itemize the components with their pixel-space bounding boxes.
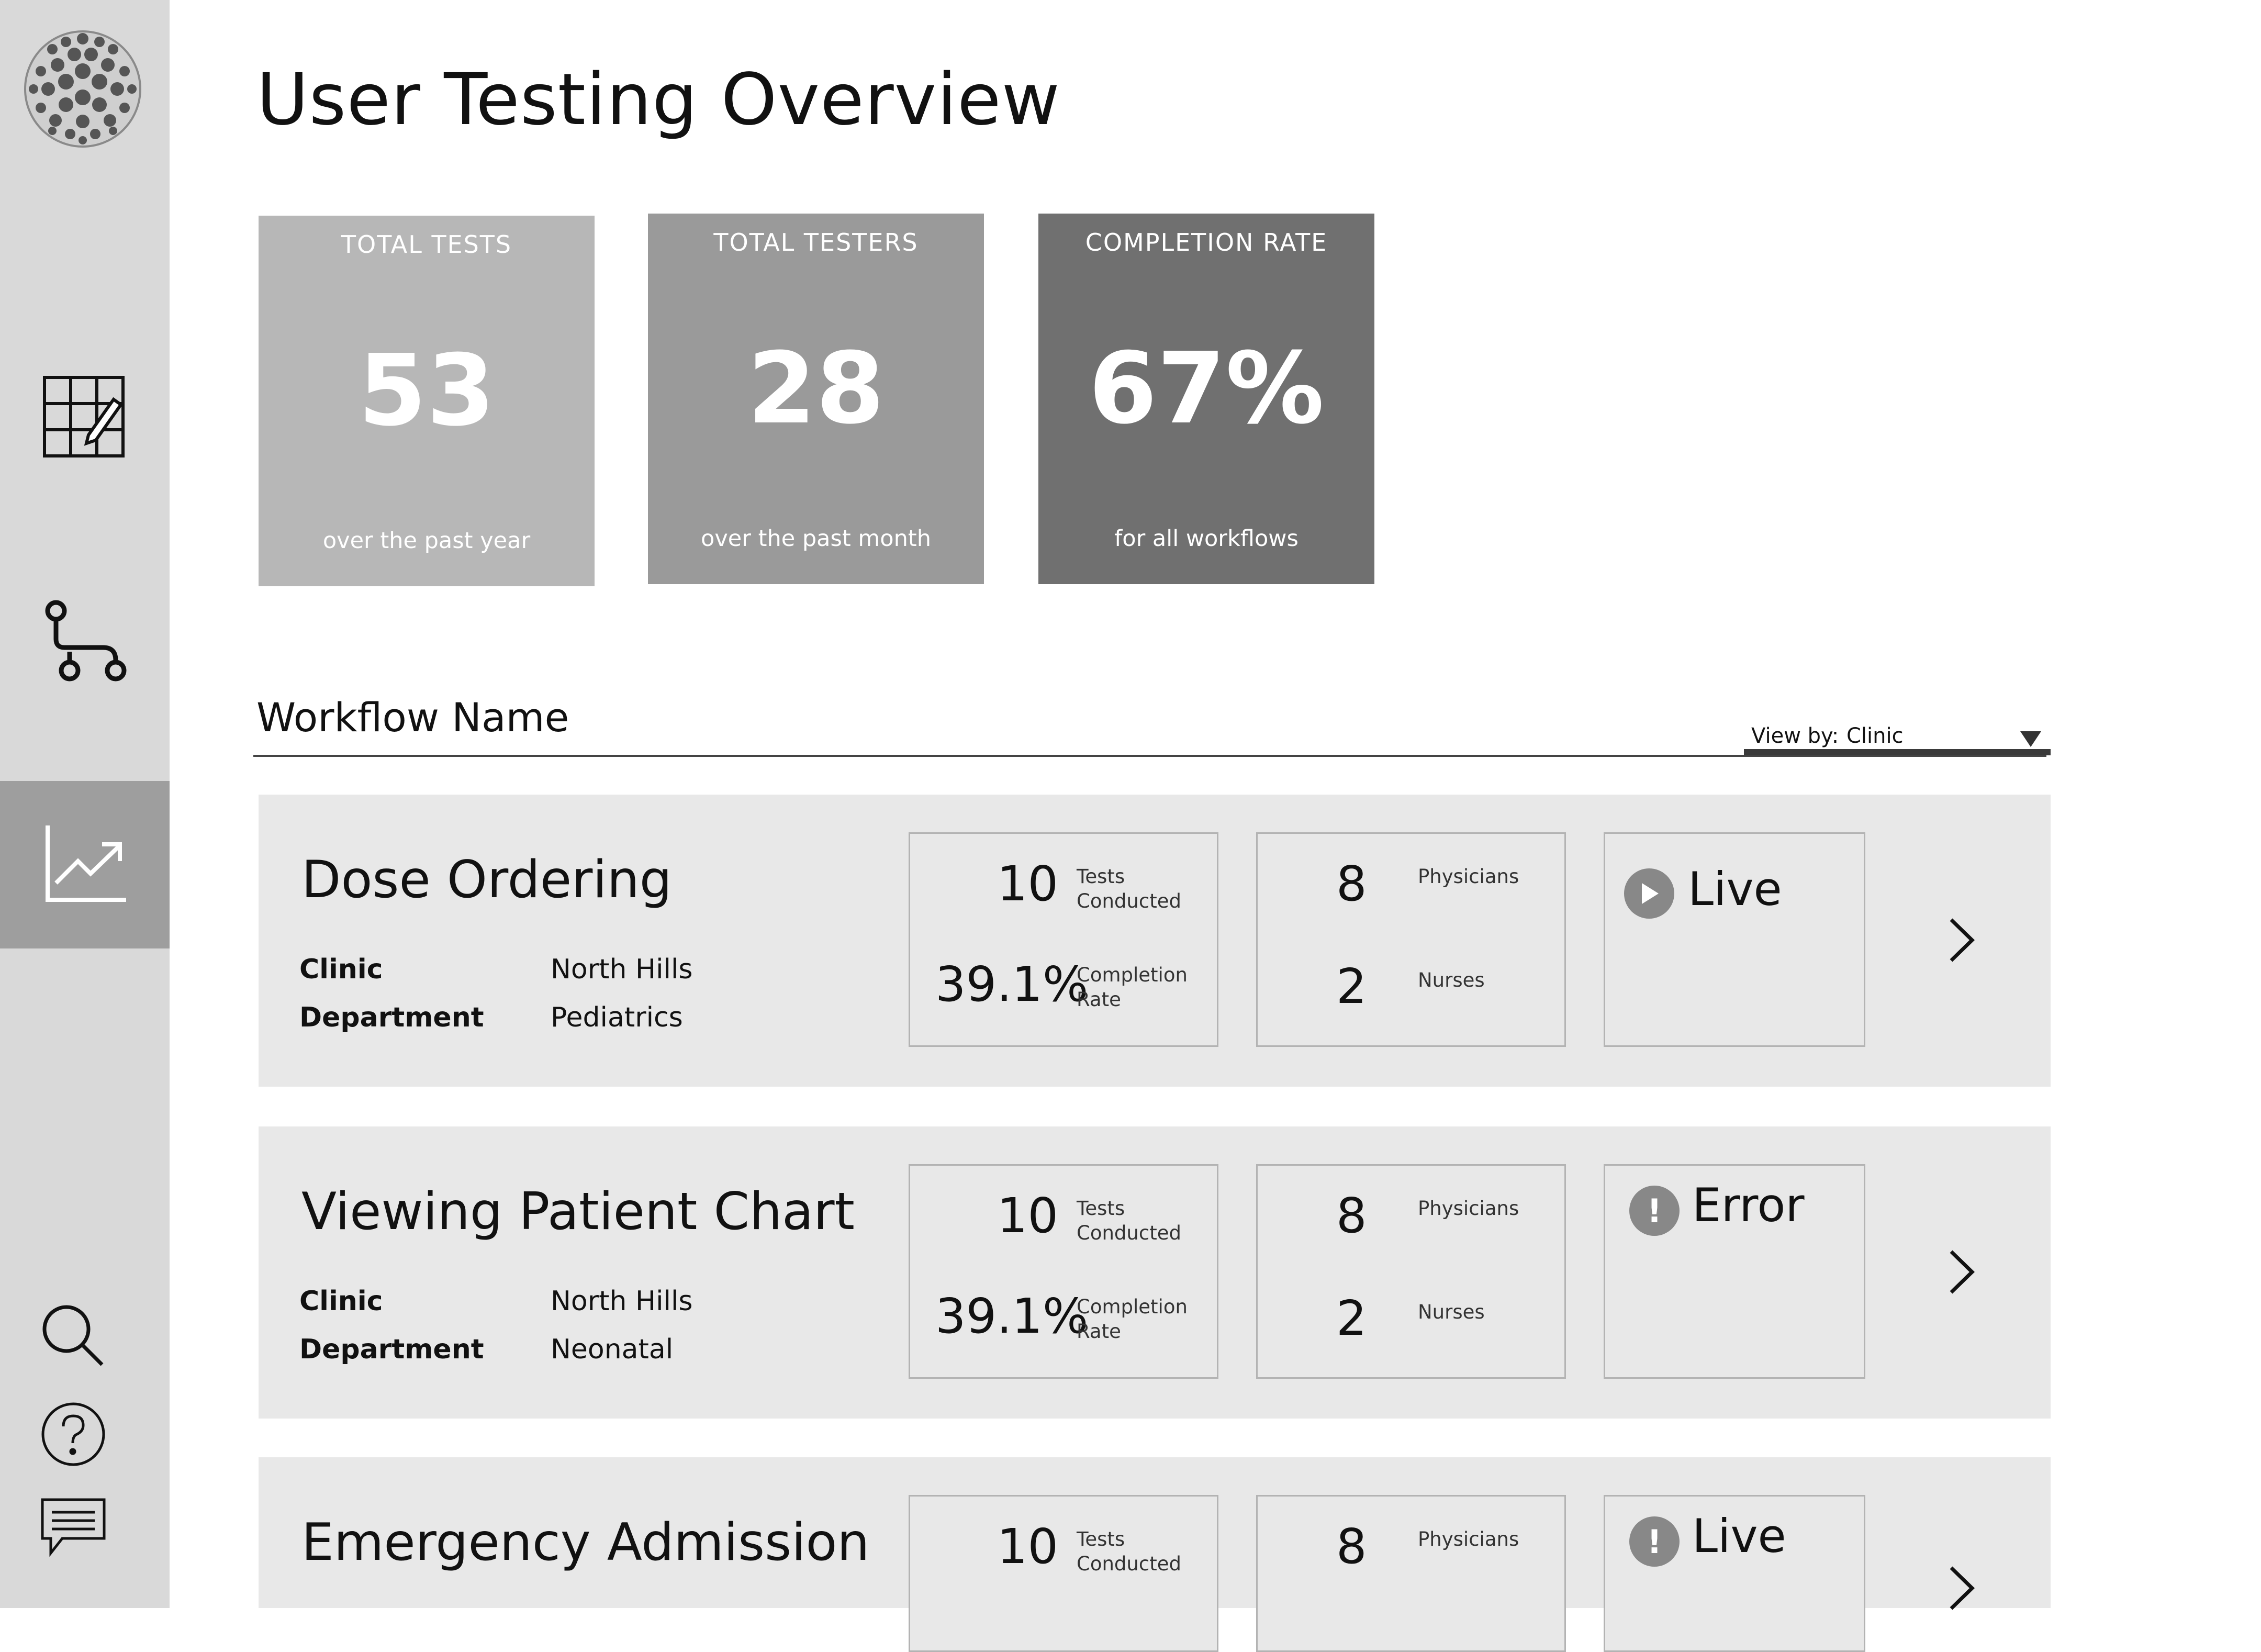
workflow-name: Viewing Patient Chart (301, 1182, 855, 1242)
clinic-key: Clinic (299, 954, 383, 985)
help-icon[interactable] (37, 1398, 110, 1471)
stat-card-completion-rate: COMPLETION RATE 67% for all workflows (1038, 214, 1374, 584)
tests-label: Tests Conducted (1077, 1527, 1181, 1576)
testers-box: 8 Physicians 2 Nurses (1256, 1164, 1566, 1379)
status-text: Live (1692, 1509, 1786, 1563)
tests-box: 10 Tests Conducted 39.1% Completion Rate (909, 1164, 1218, 1379)
tests-count: 10 (997, 1188, 1059, 1244)
caret-down-icon (2020, 731, 2041, 747)
completion-label-line: Rate (1077, 1320, 1121, 1343)
nurses-label: Nurses (1418, 1301, 1485, 1323)
alert-icon: ! (1629, 1186, 1680, 1236)
department-value: Neonatal (551, 1334, 674, 1365)
clinic-value: North Hills (551, 954, 693, 985)
chevron-right-icon[interactable] (1935, 1246, 1988, 1298)
completion-label-line: Rate (1077, 988, 1121, 1011)
stat-label: COMPLETION RATE (1085, 228, 1328, 256)
tests-label-line: Tests (1077, 1528, 1125, 1550)
sidebar (0, 0, 170, 1608)
play-icon (1624, 868, 1674, 919)
tests-count: 10 (997, 1519, 1059, 1575)
physicians-label: Physicians (1418, 865, 1519, 888)
workflow-name: Dose Ordering (301, 850, 672, 910)
workflow-card[interactable]: Emergency Admission 10 Tests Conducted 8… (259, 1457, 2051, 1652)
sidebar-item-worksheet[interactable] (0, 335, 170, 503)
completion-label-line: Completion (1077, 1296, 1188, 1318)
alert-icon: ! (1629, 1516, 1680, 1567)
stat-value: 28 (747, 331, 885, 446)
completion-label: Completion Rate (1077, 963, 1188, 1012)
clinic-key: Clinic (299, 1286, 383, 1317)
testers-box: 8 Physicians (1256, 1495, 1566, 1652)
status-box: ! Error (1604, 1164, 1865, 1379)
grid-edit-icon (40, 373, 129, 464)
chevron-right-icon[interactable] (1935, 1562, 1988, 1614)
stat-label: TOTAL TESTS (341, 230, 512, 259)
workflow-path-icon (40, 597, 129, 688)
sidebar-item-workflows[interactable] (0, 559, 170, 727)
department-key: Department (299, 1002, 484, 1033)
view-by-label: View by: (1751, 724, 1839, 748)
nurses-count: 2 (1336, 958, 1367, 1014)
tests-box: 10 Tests Conducted (909, 1495, 1218, 1652)
physicians-count: 8 (1336, 1519, 1367, 1575)
chat-icon[interactable] (37, 1492, 110, 1565)
view-by-value: Clinic (1846, 724, 1904, 748)
status-box: ! Live (1604, 1495, 1865, 1652)
physicians-count: 8 (1336, 1188, 1367, 1244)
physicians-count: 8 (1336, 856, 1367, 912)
workflow-card[interactable]: Dose Ordering Clinic North Hills Departm… (259, 795, 2051, 1087)
completion-label-line: Completion (1077, 964, 1188, 986)
workflow-card[interactable]: Viewing Patient Chart Clinic North Hills… (259, 1126, 2051, 1419)
search-icon[interactable] (37, 1299, 110, 1372)
department-key: Department (299, 1334, 484, 1365)
tests-label: Tests Conducted (1077, 1196, 1181, 1245)
completion-rate: 39.1% (935, 956, 1089, 1012)
tests-label-line: Conducted (1077, 1553, 1181, 1575)
tests-label-line: Conducted (1077, 1222, 1181, 1244)
sidebar-item-analytics[interactable] (0, 781, 170, 948)
tests-label-line: Conducted (1077, 890, 1181, 912)
stat-card-total-testers: TOTAL TESTERS 28 over the past month (648, 214, 984, 584)
status-box: Live (1604, 832, 1865, 1047)
stat-note: for all workflows (1114, 526, 1299, 552)
section-heading: Workflow Name (256, 694, 569, 741)
tests-label-line: Tests (1077, 865, 1125, 888)
view-by-dropdown[interactable]: View by: Clinic (1744, 724, 2051, 755)
stat-note: over the past year (322, 528, 531, 554)
tests-count: 10 (997, 856, 1059, 912)
globe-logo[interactable] (23, 29, 142, 149)
tests-label-line: Tests (1077, 1197, 1125, 1220)
workflow-name: Emergency Admission (301, 1513, 870, 1572)
tests-label: Tests Conducted (1077, 864, 1181, 913)
status-text: Live (1688, 862, 1782, 916)
nurses-label: Nurses (1418, 969, 1485, 991)
completion-rate: 39.1% (935, 1288, 1089, 1344)
trend-chart-icon (40, 819, 129, 910)
status-text: Error (1692, 1178, 1805, 1232)
testers-box: 8 Physicians 2 Nurses (1256, 832, 1566, 1047)
department-value: Pediatrics (551, 1002, 683, 1033)
chevron-right-icon[interactable] (1935, 914, 1988, 966)
stat-label: TOTAL TESTERS (713, 228, 919, 256)
nurses-count: 2 (1336, 1290, 1367, 1346)
stat-card-total-tests: TOTAL TESTS 53 over the past year (259, 216, 595, 586)
stat-note: over the past month (701, 526, 931, 552)
stat-value: 67% (1089, 331, 1324, 446)
physicians-label: Physicians (1418, 1528, 1519, 1550)
physicians-label: Physicians (1418, 1197, 1519, 1220)
tests-box: 10 Tests Conducted 39.1% Completion Rate (909, 832, 1218, 1047)
page-title: User Testing Overview (256, 59, 1060, 141)
stat-value: 53 (358, 333, 495, 448)
clinic-value: North Hills (551, 1286, 693, 1317)
completion-label: Completion Rate (1077, 1294, 1188, 1344)
